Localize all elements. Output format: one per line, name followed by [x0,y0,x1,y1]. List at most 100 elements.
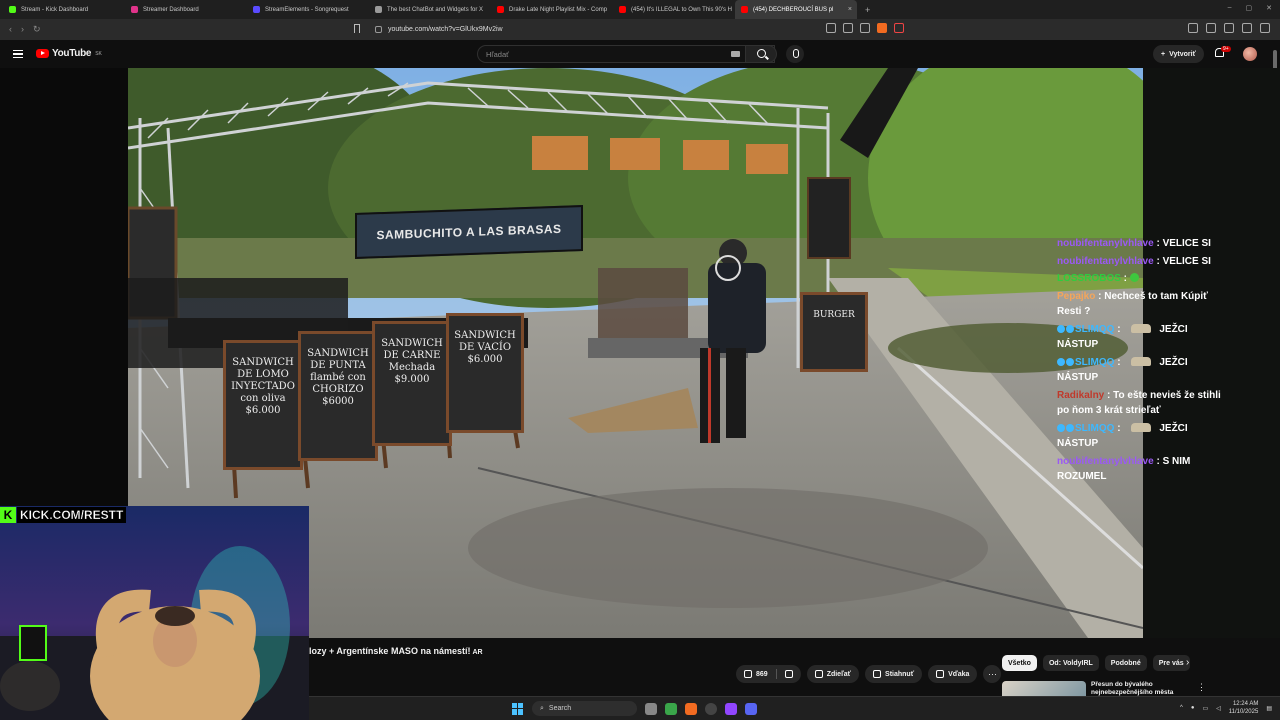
browser-tab[interactable]: Streamer Dashboard [125,0,247,19]
chat-message: Pepajko : Nechceš to tam Kúpiť Resti ? [1057,289,1227,320]
voice-search-button[interactable] [786,45,804,63]
search-input[interactable]: Hľadať [477,45,775,63]
back-icon[interactable]: ‹ [9,24,12,35]
badge-icon [1057,357,1065,366]
chat-message: SLIMQQ : JEŽCI NÁSTUP [1057,355,1227,386]
volume-icon[interactable]: ◁ [1216,705,1221,712]
network-icon[interactable]: ▭ [1202,705,1208,712]
chat-separator: : [1104,389,1114,401]
browser-tab[interactable]: (454) It's ILLEGAL to Own This 90's H [613,0,735,19]
chat-message: noubifentanylvhlave : S NIM ROZUMEL [1057,454,1227,485]
chat-username: SLIMQQ [1075,356,1115,368]
menu-board-2: SANDWICH DE PUNTA flambé con CHORIZO $60… [298,331,378,461]
browser-tab[interactable]: (454) DECHBEROUCÍ BUS pl × [735,0,857,19]
plus-icon: + [1161,50,1166,58]
tray-chevron-icon[interactable]: ^ [1180,705,1183,711]
headsign: SAMBUCHITO A LAS BRASAS [355,205,583,259]
download-button[interactable]: Stiahnuť [865,665,923,683]
chat-separator: : [1153,238,1163,249]
menu-board-3: SANDWICH DE CARNE Mechada $9.000 [372,321,452,446]
chat-separator: : [1095,290,1105,302]
chevron-right-icon[interactable]: › [1186,657,1189,668]
chat-username: SLIMQQ [1075,323,1115,335]
browser-tab[interactable]: Drake Late Night Playlist Mix - Comp [491,0,613,19]
chat-separator: : [1153,255,1163,267]
webcam-feed [0,546,309,720]
browser-tab[interactable]: Stream - Kick Dashboard [3,0,125,19]
cast-icon[interactable] [826,23,836,33]
close-window-icon[interactable]: ✕ [1266,4,1272,12]
extension-icon[interactable] [1188,23,1198,33]
kick-watermark: K KICK.COM/RESTT [0,506,127,524]
share-button[interactable]: Zdieľať [806,665,860,683]
chip[interactable]: Podobné [1104,655,1147,671]
start-button[interactable] [512,702,524,715]
obs-icon[interactable] [705,702,717,715]
task-view-icon[interactable] [645,702,657,715]
chat-separator: : [1120,273,1130,284]
chip[interactable]: Od: VoldyIRL [1042,655,1099,671]
chat-text: VELICE SI [1162,238,1211,249]
badge-icon [1066,324,1074,333]
like-button[interactable]: 869 [736,665,801,683]
browser-tab[interactable]: The best ChatBot and Widgets for X [369,0,491,19]
browser-tab[interactable]: StreamElements - Songrequest [247,0,369,19]
share-icon [814,670,823,678]
menu-icon[interactable] [13,50,23,58]
chat-username: SLIMQQ [1075,422,1115,434]
discord-icon[interactable] [745,702,757,715]
system-tray: ^ ● ▭ ◁ 12:24 AM 11/10/2025 ▤ [1180,700,1272,716]
chat-username: noubifentanylvhlave [1057,255,1154,267]
mic-icon[interactable]: ● [1191,705,1195,711]
bookmark-icon[interactable] [354,24,360,33]
notifications-tray-icon[interactable]: ▤ [1266,705,1272,712]
brave-icon[interactable] [685,702,697,715]
badge-icon [1057,423,1065,432]
reload-icon[interactable]: ↻ [33,24,41,35]
tab-close-icon[interactable]: × [848,6,852,13]
like-divider [775,669,777,679]
chat-message: Radikalny : To ešte nevieš že stihli po … [1057,388,1227,419]
tab-favicon-icon [375,6,382,13]
clock[interactable]: 12:24 AM 11/10/2025 [1229,700,1259,716]
rec-menu-icon[interactable]: ⋮ [1197,682,1206,693]
menu-icon[interactable] [1260,23,1270,33]
wallet-icon[interactable] [1224,23,1234,33]
excel-icon[interactable] [665,702,677,715]
thanks-button[interactable]: Vďaka [928,665,978,683]
browser-tab-bar: Stream - Kick Dashboard Streamer Dashboar… [0,0,1280,19]
forward-icon[interactable]: › [21,24,24,35]
thanks-icon [936,670,945,678]
search-button[interactable] [745,45,777,63]
notification-badge: 9+ [1221,46,1231,52]
minimize-icon[interactable]: – [1228,4,1232,12]
tab-favicon-icon [253,6,260,13]
twitch-icon[interactable] [725,702,737,715]
share-icon[interactable] [860,23,870,33]
site-info-icon[interactable] [375,26,382,33]
avatar[interactable] [1243,47,1257,61]
youtube-logo[interactable]: YouTube SK [36,48,102,59]
emote-icon [1131,422,1152,432]
chip[interactable]: Pre vás [1152,655,1190,671]
vpn-icon[interactable] [1242,23,1252,33]
translate-icon[interactable] [843,23,853,33]
extensions [1188,23,1270,33]
brave-shield-icon[interactable] [877,23,887,33]
emote-icon [1131,323,1152,333]
nav-buttons: ‹ › ↻ [0,24,360,35]
rewards-icon[interactable] [894,23,904,33]
new-tab-button[interactable]: + [857,5,878,15]
badge-icon [1057,324,1065,333]
taskbar-search[interactable]: ⌕ Search [532,701,637,716]
sidebar-icon[interactable] [1206,23,1216,33]
badge-icon [1066,357,1074,366]
chip[interactable]: Všetko [1002,655,1037,671]
more-actions-button[interactable]: ··· [983,665,1002,683]
chat-separator: : [1153,455,1163,467]
maximize-icon[interactable]: ▢ [1246,4,1253,12]
thumbs-down-icon[interactable] [784,670,793,678]
address-actions [826,23,904,33]
create-button[interactable]: + Vytvoriť [1153,45,1204,63]
keyboard-icon[interactable] [731,51,740,57]
